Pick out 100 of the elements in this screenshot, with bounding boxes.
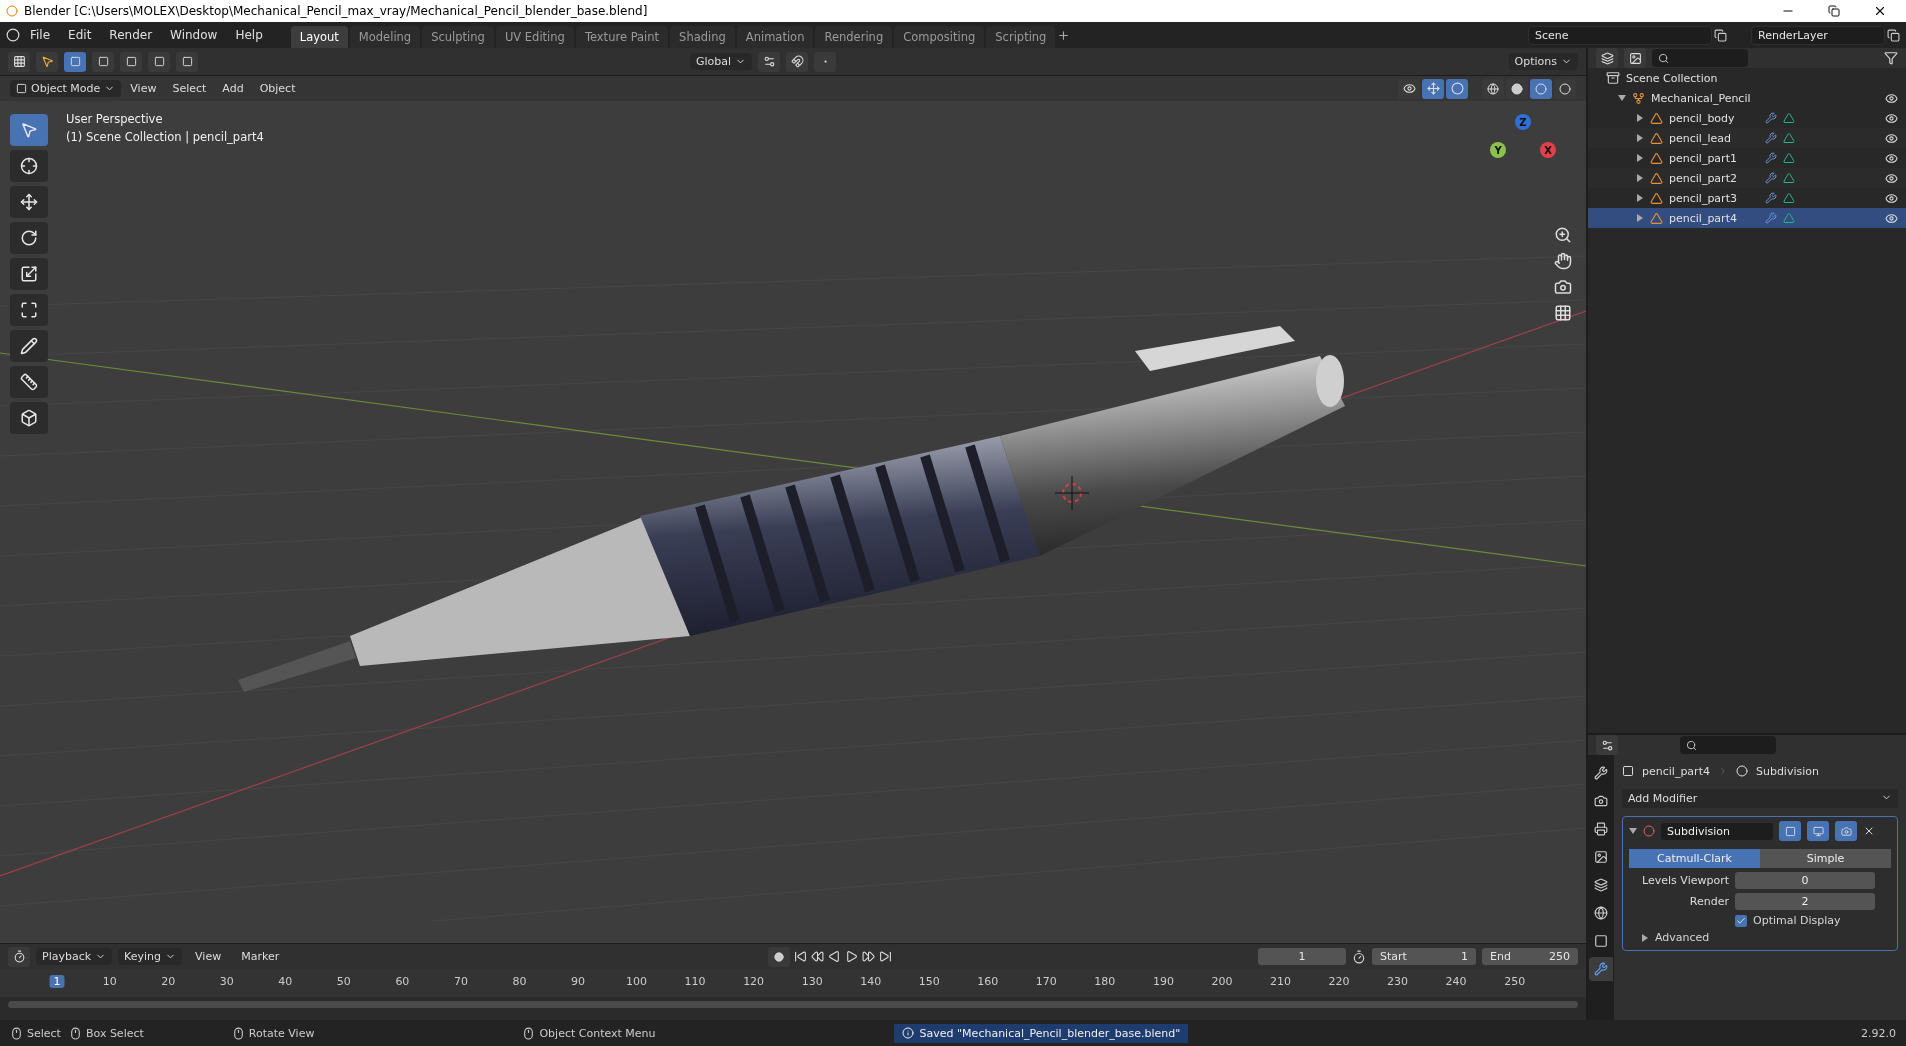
edit-mode-toggle[interactable] [1779,821,1801,841]
wireframe-shading-button[interactable] [1482,78,1504,99]
menu-item[interactable]: Edit [60,25,100,45]
selection-mode-button[interactable] [120,51,142,72]
menu-item[interactable]: Help [227,25,271,45]
play-reverse-icon[interactable] [828,950,842,963]
workspace-tab[interactable]: UV Editing [495,25,574,48]
annotate-tool-button[interactable] [10,330,48,362]
timeline-menu-item[interactable]: View [188,947,229,966]
search-field[interactable] [1680,736,1776,754]
axis-button[interactable]: Y [1490,142,1506,158]
view-layer-field[interactable]: RenderLayer [1751,25,1885,45]
menu-item[interactable]: Render [101,25,161,45]
close-icon[interactable] [1863,825,1875,837]
editor-type-button[interactable] [1596,735,1618,755]
editor-type-button[interactable] [8,51,30,72]
workspace-tab[interactable]: Layout [290,25,348,48]
scene-field[interactable]: Scene [1528,25,1712,45]
end-frame-field[interactable]: End 250 [1482,948,1578,965]
disclosure-triangle-icon[interactable] [1641,933,1649,942]
previous-keyframe-icon[interactable] [811,950,825,963]
select-tool-button[interactable] [10,114,48,146]
modifier-name-field[interactable]: Subdivision [1661,822,1773,840]
workspace-tab[interactable]: Rendering [815,25,893,48]
subpanel-title[interactable]: Advanced [1655,931,1710,944]
timeline-menu-dropdown[interactable]: Playback [36,948,113,965]
axis-button[interactable]: Z [1515,114,1531,130]
add-cube-tool-button[interactable] [10,402,48,434]
start-frame-field[interactable]: Start 1 [1372,948,1476,965]
measure-tool-button[interactable] [10,366,48,398]
snap-button[interactable] [786,51,809,72]
menu-item[interactable]: Window [162,25,226,45]
jump-start-icon[interactable] [794,950,808,963]
editor-type-button[interactable] [1596,48,1618,68]
viewport-menu-item[interactable]: View [123,79,164,98]
record-button[interactable] [768,946,791,967]
workspace-tab[interactable]: Texture Paint [575,25,669,48]
disclosure-triangle-icon[interactable] [1629,827,1637,835]
orientation-dropdown[interactable]: Global [690,53,753,70]
frame-ruler[interactable]: 1 10 20 30 40 50 60 70 80 90 100 110 120 130 140 150 160 170 180 190 200 210 220 230 240 250 [0,969,1586,997]
search-field[interactable] [1652,49,1748,67]
overlay-toggle-button[interactable] [1446,78,1468,99]
selection-mode-button[interactable] [92,51,114,72]
workspace-tab[interactable]: Scripting [986,25,1056,48]
disclosure-triangle-icon[interactable] [1636,134,1644,142]
scale-tool-button[interactable] [10,258,48,290]
cursor-tool-button[interactable] [10,150,48,182]
workspace-tab[interactable]: Animation [736,25,814,48]
outliner-row[interactable]: pencil_part4 [1588,208,1906,228]
disclosure-triangle-icon[interactable] [1636,174,1644,182]
workspace-tab[interactable]: Sculpting [422,25,494,48]
jump-end-icon[interactable] [879,950,893,963]
zoom-icon[interactable] [1554,226,1572,244]
play-icon[interactable] [845,950,859,963]
3d-viewport[interactable]: Object Mode View Select Add Object User Perspective (1) Scene Collection | pencil_part4 Z Y X [0,76,1586,943]
disclosure-triangle-icon[interactable] [1636,114,1644,122]
viewport-menu-item[interactable]: Add [215,79,251,98]
add-modifier-dropdown[interactable]: Add Modifier [1622,789,1898,808]
rendered-shading-button[interactable] [1554,78,1576,99]
render-toggle[interactable] [1835,821,1857,841]
timeline-menu-item[interactable]: Marker [234,947,287,966]
viewport-menu-item[interactable]: Select [165,79,214,98]
filter-icon[interactable] [1884,51,1898,65]
number-field[interactable]: 2 [1735,893,1875,910]
workspace-tab[interactable]: Shading [670,25,735,48]
selection-mode-button[interactable] [64,51,86,72]
selection-mode-button[interactable] [176,51,198,72]
timeline-menu-dropdown[interactable]: Keying [118,948,183,965]
material-shading-button[interactable] [1530,78,1552,99]
workspace-tab[interactable]: Modeling [349,25,421,48]
current-frame-field[interactable]: 1 [1258,948,1346,965]
modifier-tab[interactable] [1589,957,1613,981]
options-dropdown[interactable]: Options [1508,53,1578,70]
axis-button[interactable]: X [1540,142,1556,158]
disclosure-triangle-icon[interactable] [1618,94,1626,102]
number-field[interactable]: 0 [1735,872,1875,889]
transform-tool-button[interactable] [10,294,48,326]
display-mode-button[interactable] [1624,48,1646,68]
visibility-button[interactable] [1398,78,1420,99]
timeline-scrollbar[interactable] [8,1001,1578,1008]
checkbox[interactable] [1735,914,1747,927]
subdivision-type-option[interactable]: Simple [1760,849,1891,868]
selection-mode-button[interactable] [148,51,170,72]
camera-icon[interactable] [1554,278,1572,296]
hand-icon[interactable] [1554,252,1572,270]
viewport-toggle[interactable] [1807,821,1829,841]
move-tool-button[interactable] [10,186,48,218]
pivot-button[interactable] [758,51,781,72]
mode-dropdown[interactable]: Object Mode [10,80,122,97]
solid-shading-button[interactable] [1506,78,1528,99]
subdivision-type-option[interactable]: Catmull-Clark [1629,849,1760,868]
workspace-tab[interactable]: Compositing [894,25,985,48]
viewport-menu-item[interactable]: Object [252,79,303,98]
disclosure-triangle-icon[interactable] [1636,194,1644,202]
grid-icon[interactable] [1554,304,1572,322]
disclosure-triangle-icon[interactable] [1636,154,1644,162]
tool-select-button[interactable] [36,51,58,72]
disclosure-triangle-icon[interactable] [1636,214,1644,222]
next-keyframe-icon[interactable] [862,950,876,963]
rotate-tool-button[interactable] [10,222,48,254]
